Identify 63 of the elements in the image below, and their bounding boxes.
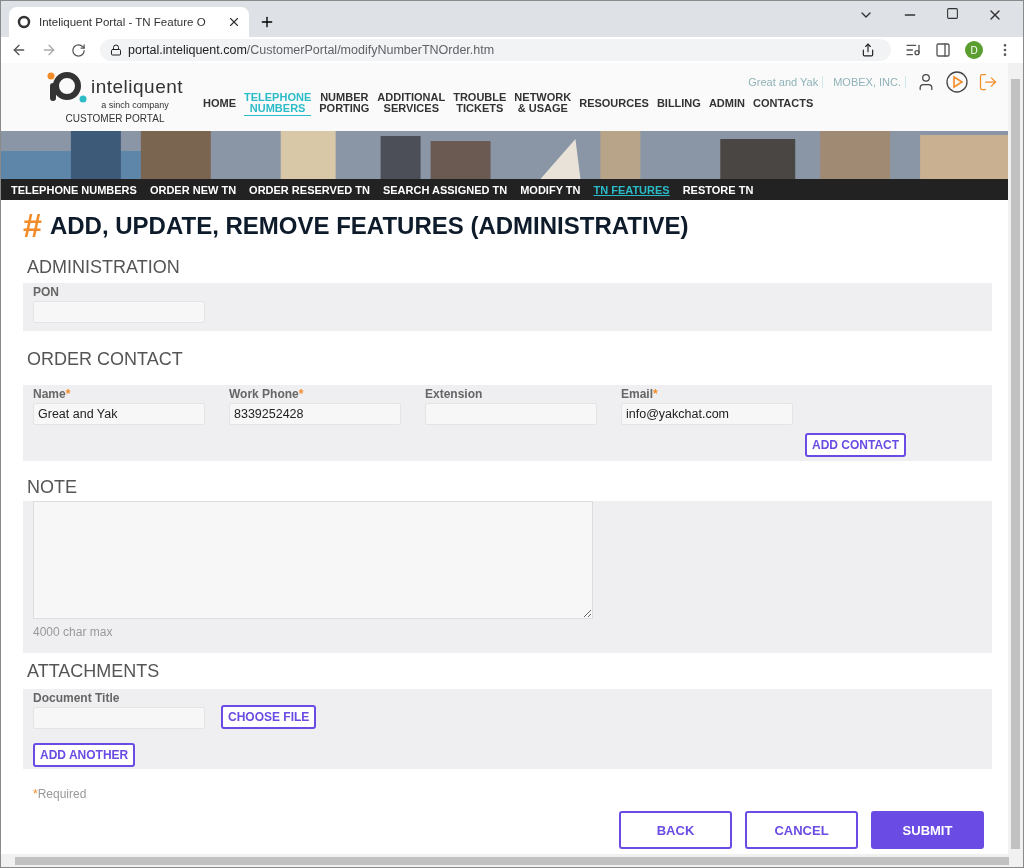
section-title: ADMINISTRATION [26,256,181,279]
field-label: Document Title [33,691,121,707]
media-icon[interactable] [905,42,921,58]
field-label: Extension [425,387,484,403]
nav-link[interactable]: RESOURCES [579,97,649,111]
subnav-link[interactable]: RESTORE TN [682,183,754,196]
hash-mark: # [23,206,42,245]
action-button[interactable]: BACK [619,811,732,849]
tab-title: Inteliquent Portal - TN Feature O [39,16,207,28]
subnav-link[interactable]: TN FEATURES [593,183,670,196]
input-field[interactable]: info@yakchat.com [621,403,793,425]
logo-tagline: a sinch company [101,100,169,110]
field-label: PON [33,285,60,301]
field-label: Email* [621,387,659,403]
nav-link[interactable]: BILLING [656,97,701,111]
play-icon[interactable] [946,71,968,93]
subnav-link[interactable]: ORDER RESERVED TN [249,183,370,196]
user-info: MOBEX, INC. [833,76,906,88]
input-field[interactable]: Great and Yak [33,403,205,425]
lock-icon [110,44,122,56]
address-bar[interactable]: portal.inteliquent.com/CustomerPortal/modifyNumberTNOrder.htm [100,39,891,61]
scrollbar[interactable] [1008,63,1023,854]
choose-file-button[interactable]: CHOOSE FILE [221,705,317,729]
section-title: ORDER CONTACT [26,348,184,371]
user-info: Great and Yak [748,76,824,88]
new-tab-icon[interactable] [259,14,275,30]
action-button[interactable]: SUBMIT [871,811,984,849]
nav-link[interactable]: CONTACTS [752,97,814,111]
scrollbar[interactable] [1,854,1023,867]
subnav-link[interactable]: SEARCH ASSIGNED TN [382,183,508,196]
nav-link[interactable]: NETWORK & USAGE [514,92,572,116]
section-title: ATTACHMENTS [26,660,161,683]
nav-link[interactable]: HOME [203,97,236,111]
add-another-button[interactable]: ADD ANOTHER [33,743,136,767]
hint-text: 4000 char max [33,625,114,639]
logo-icon [46,70,87,104]
maximize-icon[interactable] [946,7,959,20]
add-contact-button[interactable]: ADD CONTACT [805,433,907,457]
section-title: NOTE [26,476,78,499]
subnav-link[interactable]: MODIFY TN [520,183,581,196]
back-icon[interactable] [11,42,27,58]
page-title: ADD, UPDATE, REMOVE FEATURES (ADMINISTRATIVE) [49,211,689,240]
nav-link[interactable]: ADMIN [708,97,745,111]
field-label: Work Phone* [229,387,305,403]
field-label: Name* [33,387,72,403]
reload-icon[interactable] [71,42,86,58]
browser-tab[interactable]: Inteliquent Portal - TN Feature O [9,7,249,37]
input-field[interactable]: 8339252428 [229,403,401,425]
logo-icon [17,15,31,29]
share-icon[interactable] [861,43,875,57]
portal-subtitle: CUSTOMER PORTAL [65,113,165,124]
url-text: portal.inteliquent.com/CustomerPortal/modifyNumberTNOrder.htm [128,43,495,57]
action-button[interactable]: CANCEL [745,811,858,849]
nav-link[interactable]: TROUBLE TICKETS [453,92,507,116]
logo-text: inteliquent [90,76,184,98]
close-icon[interactable] [227,15,241,29]
nav-link[interactable]: ADDITIONAL SERVICES [377,92,446,116]
subnav-link[interactable]: ORDER NEW TN [149,183,237,196]
side-panel-icon[interactable] [935,42,951,58]
note-field[interactable] [33,501,593,619]
subnav-link[interactable]: TELEPHONE NUMBERS [11,183,137,196]
required-note: *Required [32,786,88,801]
nav-link[interactable]: NUMBER PORTING [319,92,370,116]
